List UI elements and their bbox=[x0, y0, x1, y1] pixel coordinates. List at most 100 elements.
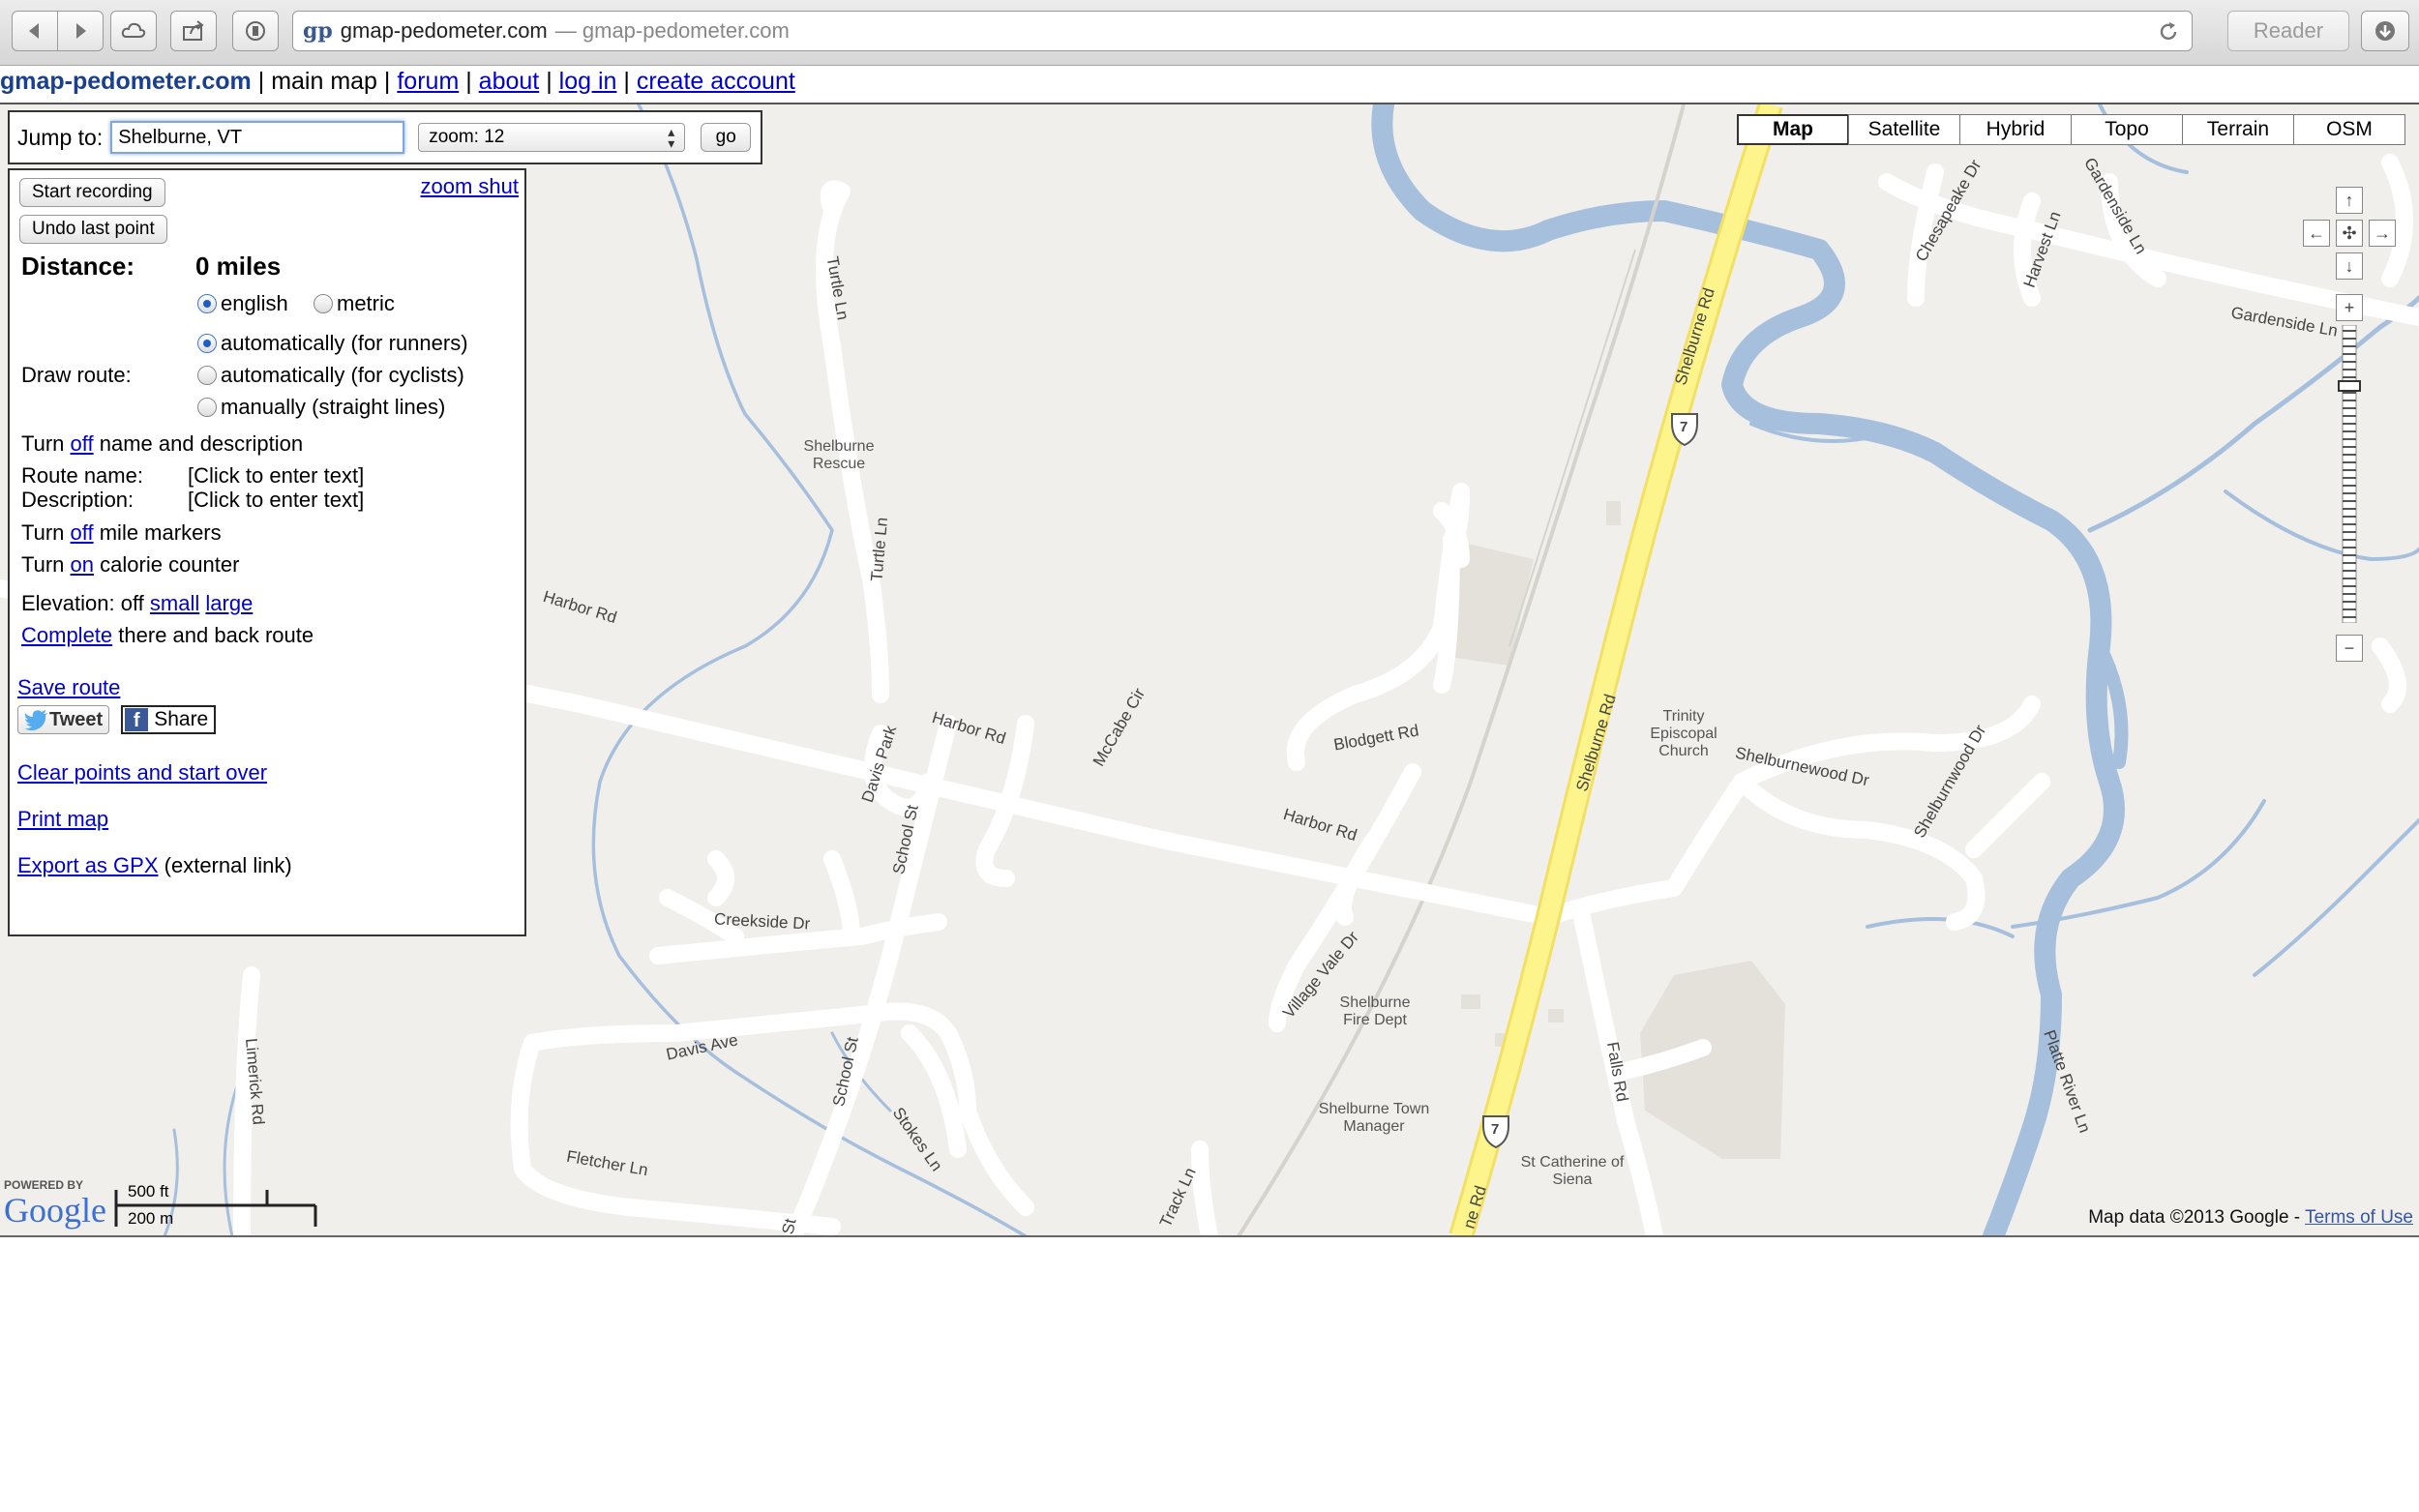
draw-route-label: Draw route: bbox=[21, 363, 132, 387]
zoom-shut-link[interactable]: zoom shut bbox=[421, 174, 520, 199]
map-type-terrain[interactable]: Terrain bbox=[2182, 114, 2294, 145]
radio-cyclists[interactable] bbox=[197, 366, 217, 385]
save-route-link[interactable]: Save route bbox=[17, 675, 120, 700]
facebook-share-button[interactable]: f Share bbox=[121, 705, 217, 734]
map-scale-bar: 500 ft 200 m bbox=[114, 1180, 317, 1230]
poi-st-catherine[interactable]: St Catherine of Siena bbox=[1519, 1154, 1626, 1189]
jump-to-label: Jump to: bbox=[17, 124, 104, 150]
export-gpx-row: Export as GPX (external link) bbox=[17, 853, 292, 878]
reader-button[interactable]: Reader bbox=[2227, 11, 2349, 51]
draw-manual-option[interactable]: manually (straight lines) bbox=[197, 395, 445, 420]
icloud-tabs-button[interactable] bbox=[110, 11, 157, 51]
start-recording-button[interactable]: Start recording bbox=[19, 178, 165, 207]
tweet-button[interactable]: Tweet bbox=[17, 705, 110, 734]
pan-up-button[interactable]: ↑ bbox=[2336, 187, 2363, 214]
complete-route-link[interactable]: Complete bbox=[21, 623, 112, 647]
radio-manual[interactable] bbox=[197, 398, 217, 417]
map-type-hybrid[interactable]: Hybrid bbox=[1959, 114, 2072, 145]
map-type-map[interactable]: Map bbox=[1737, 114, 1849, 145]
tweet-label: Tweet bbox=[49, 708, 104, 730]
name-desc-rest: name and description bbox=[99, 431, 304, 456]
calorie-toggle-row: Turn on calorie counter bbox=[21, 552, 239, 578]
site-favicon: gp bbox=[303, 18, 333, 44]
zoom-select[interactable]: zoom: 12 ▴ ▾ bbox=[418, 123, 686, 152]
draw-cyclists-option[interactable]: automatically (for cyclists) bbox=[197, 363, 464, 388]
address-bar[interactable]: gp gmap-pedometer.com — gmap-pedometer.c… bbox=[292, 11, 2193, 51]
units-metric-label: metric bbox=[337, 291, 395, 315]
undo-last-point-button[interactable]: Undo last point bbox=[19, 215, 167, 244]
google-logo[interactable]: POWERED BY Google bbox=[4, 1178, 106, 1229]
elevation-small-link[interactable]: small bbox=[150, 591, 199, 615]
map-type-satellite[interactable]: Satellite bbox=[1848, 114, 1960, 145]
share-button[interactable] bbox=[170, 11, 217, 51]
zoom-slider-track[interactable] bbox=[2336, 325, 2363, 623]
units-english-option[interactable]: english bbox=[197, 291, 288, 316]
elevation-large-link[interactable]: large bbox=[205, 591, 253, 615]
map-type-topo[interactable]: Topo bbox=[2071, 114, 2183, 145]
pan-center-button[interactable]: ✣ bbox=[2336, 220, 2363, 247]
reload-icon[interactable] bbox=[2157, 20, 2180, 44]
export-gpx-rest: (external link) bbox=[164, 853, 292, 877]
map-type-control: Map Satellite Hybrid Topo Terrain OSM bbox=[1737, 114, 2405, 145]
nav-main-map: main map bbox=[271, 68, 377, 95]
draw-cyclists-label: automatically (for cyclists) bbox=[221, 363, 464, 387]
radio-english[interactable] bbox=[197, 294, 217, 313]
route-panel: zoom shut Start recording Undo last poin… bbox=[8, 168, 526, 936]
mile-markers-off-link[interactable]: off bbox=[71, 520, 94, 545]
mile-markers-rest: mile markers bbox=[99, 520, 222, 545]
distance-label: Distance: bbox=[21, 252, 135, 281]
map-bottom-border bbox=[0, 1235, 2419, 1237]
calorie-on-link[interactable]: on bbox=[71, 552, 94, 577]
calorie-rest: calorie counter bbox=[100, 552, 240, 577]
privacy-button[interactable] bbox=[232, 11, 279, 51]
nav-separator: | bbox=[383, 68, 391, 95]
route-name-field[interactable]: [Click to enter text] bbox=[188, 463, 364, 489]
pan-right-button[interactable]: → bbox=[2369, 220, 2396, 247]
site-logo-link[interactable]: gmap-pedometer.com bbox=[0, 68, 252, 95]
page-title-suffix: — gmap-pedometer.com bbox=[554, 18, 790, 43]
route-7-shield-label: 7 bbox=[1680, 419, 1688, 435]
export-gpx-link[interactable]: Export as GPX bbox=[17, 853, 159, 877]
poi-trinity-church[interactable]: Trinity Episcopal Church bbox=[1635, 708, 1732, 760]
poi-town-manager[interactable]: Shelburne Town Manager bbox=[1316, 1101, 1432, 1136]
pan-left-button[interactable]: ← bbox=[2303, 220, 2330, 247]
zoom-in-button[interactable]: + bbox=[2336, 294, 2363, 321]
go-button[interactable]: go bbox=[701, 123, 752, 152]
draw-runners-option[interactable]: automatically (for runners) bbox=[197, 331, 468, 356]
arrow-down-icon: ↓ bbox=[2344, 255, 2354, 276]
poi-fire-dept[interactable]: Shelburne Fire Dept bbox=[1331, 994, 1419, 1029]
pan-down-button[interactable]: ↓ bbox=[2336, 252, 2363, 280]
zoom-out-button[interactable]: − bbox=[2336, 635, 2363, 662]
forward-icon bbox=[76, 23, 86, 39]
description-label: Description: bbox=[21, 488, 134, 512]
radio-metric[interactable] bbox=[314, 294, 333, 313]
name-desc-off-link[interactable]: off bbox=[71, 431, 94, 456]
description-field[interactable]: [Click to enter text] bbox=[188, 488, 364, 513]
clear-points-link[interactable]: Clear points and start over bbox=[17, 760, 267, 786]
turn-label: Turn bbox=[21, 552, 65, 577]
scale-meters-label: 200 m bbox=[128, 1209, 174, 1228]
nav-about-link[interactable]: about bbox=[479, 68, 540, 95]
nav-forum-link[interactable]: forum bbox=[397, 68, 459, 95]
cloud-icon bbox=[121, 22, 146, 38]
map-type-osm[interactable]: OSM bbox=[2293, 114, 2405, 145]
social-share-row: Tweet f Share bbox=[17, 705, 217, 734]
nav-create-account-link[interactable]: create account bbox=[637, 68, 795, 95]
forward-button[interactable] bbox=[57, 11, 104, 51]
poi-shelburne-rescue[interactable]: Shelburne Rescue bbox=[795, 438, 882, 473]
terms-of-use-link[interactable]: Terms of Use bbox=[2305, 1207, 2413, 1228]
map-canvas[interactable]: Harbor Rd Harbor Rd Harbor Rd Shelburne … bbox=[0, 104, 2419, 1236]
draw-manual-label: manually (straight lines) bbox=[221, 395, 446, 419]
print-map-link[interactable]: Print map bbox=[17, 807, 108, 832]
downloads-button[interactable] bbox=[2361, 11, 2409, 51]
complete-route-row: Complete there and back route bbox=[21, 623, 314, 648]
jump-to-input[interactable] bbox=[110, 121, 405, 154]
units-metric-option[interactable]: metric bbox=[314, 291, 395, 316]
radio-runners[interactable] bbox=[197, 334, 217, 353]
nav-separator: | bbox=[623, 68, 630, 95]
nav-login-link[interactable]: log in bbox=[559, 68, 617, 95]
name-desc-toggle-row: Turn off name and description bbox=[21, 431, 303, 457]
back-button[interactable] bbox=[12, 11, 58, 51]
units-english-label: english bbox=[221, 291, 288, 315]
plus-icon: + bbox=[2344, 297, 2355, 317]
